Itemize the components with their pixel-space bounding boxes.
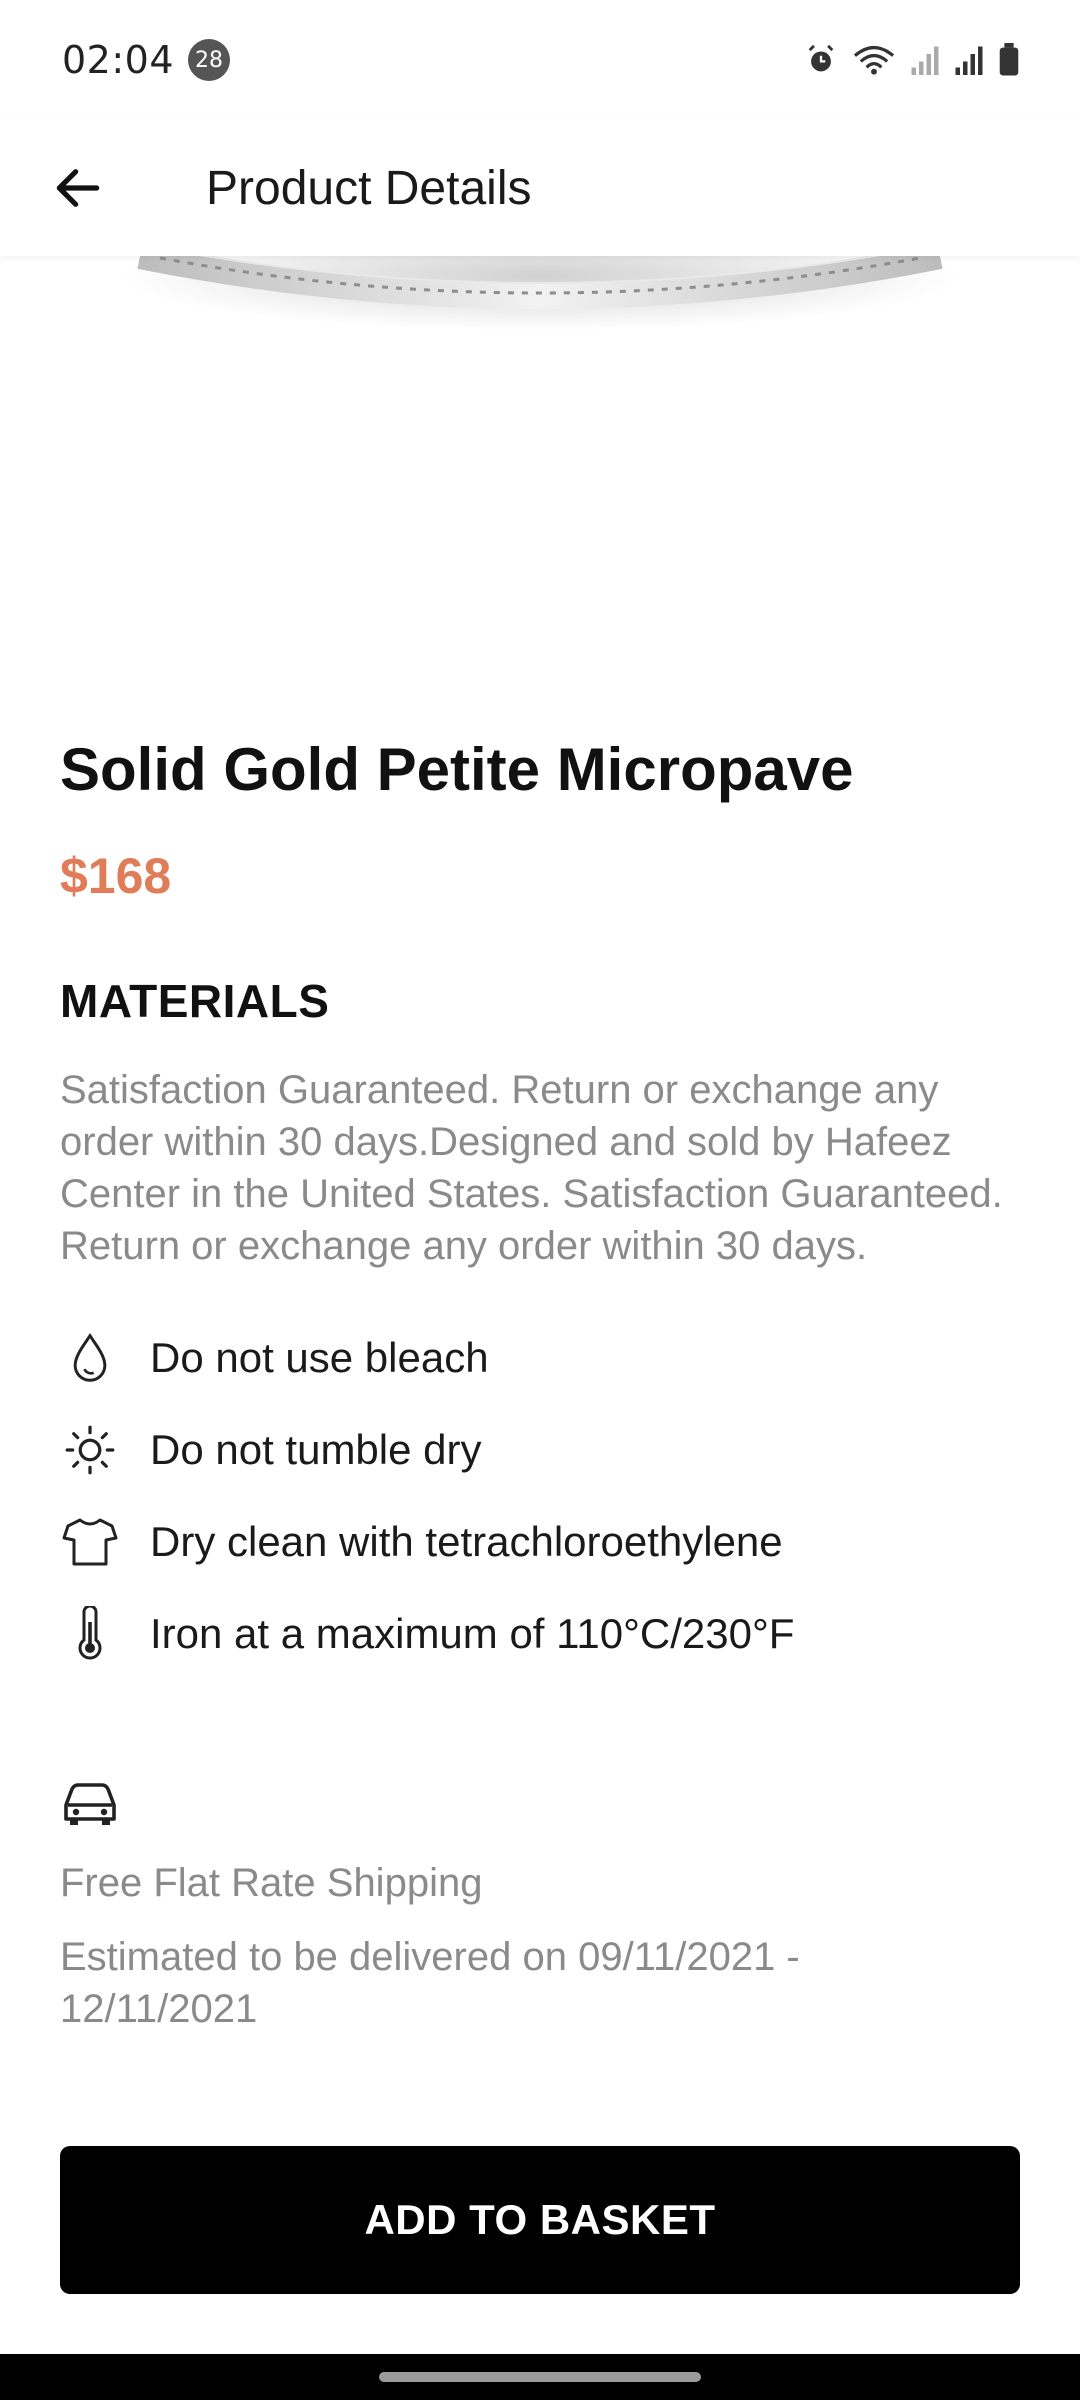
delivery-estimate: Estimated to be delivered on 09/11/2021 … (60, 1935, 800, 2031)
care-item-dry-clean: Dry clean with tetrachloroethylene (60, 1496, 1020, 1588)
app-bar: Product Details (0, 120, 1080, 256)
care-label: Do not tumble dry (150, 1426, 482, 1473)
product-image[interactable] (0, 256, 1080, 676)
care-item-bleach: Do not use bleach (60, 1312, 1020, 1404)
home-gesture-handle[interactable] (379, 2372, 701, 2382)
status-time: 02:04 (62, 38, 175, 82)
care-item-iron: Iron at a maximum of 110°C/230°F (60, 1588, 1020, 1680)
water-drop-icon (60, 1328, 120, 1388)
materials-heading: MATERIALS (60, 975, 330, 1027)
care-item-tumble-dry: Do not tumble dry (60, 1404, 1020, 1496)
status-icons (804, 43, 1020, 77)
alarm-icon (808, 44, 834, 72)
care-label: Do not use bleach (150, 1334, 489, 1381)
shipping-info: Free Flat Rate Shipping Estimated to be … (60, 1780, 1020, 2035)
signal-icon (955, 46, 983, 75)
add-to-basket-button[interactable]: ADD TO BASKET (60, 2146, 1020, 2294)
product-price: $168 (60, 848, 172, 904)
thermometer-icon (60, 1604, 120, 1664)
product-details: Solid Gold Petite Micropave $168 MATERIA… (60, 700, 1020, 2035)
tshirt-icon (60, 1512, 120, 1572)
notification-count-badge: 28 (188, 39, 231, 81)
arrow-left-icon (56, 169, 100, 207)
care-label: Iron at a maximum of 110°C/230°F (150, 1610, 795, 1657)
product-name: Solid Gold Petite Micropave (60, 736, 854, 803)
battery-icon (999, 43, 1019, 76)
wifi-icon (853, 45, 895, 75)
signal-icon (911, 46, 939, 75)
materials-description: Satisfaction Guaranteed. Return or excha… (60, 1068, 1003, 1268)
care-label: Dry clean with tetrachloroethylene (150, 1518, 783, 1565)
page-title: Product Details (206, 161, 532, 215)
status-bar: 02:04 28 (0, 0, 1080, 120)
care-instructions: Do not use bleach Do not tumble dry Dry … (60, 1312, 1020, 1680)
sun-icon (60, 1420, 120, 1480)
car-icon (64, 1783, 116, 1825)
system-nav-bar (0, 2354, 1080, 2400)
back-button[interactable] (36, 146, 120, 230)
status-left: 02:04 28 (62, 38, 231, 82)
shipping-title: Free Flat Rate Shipping (60, 1861, 483, 1905)
